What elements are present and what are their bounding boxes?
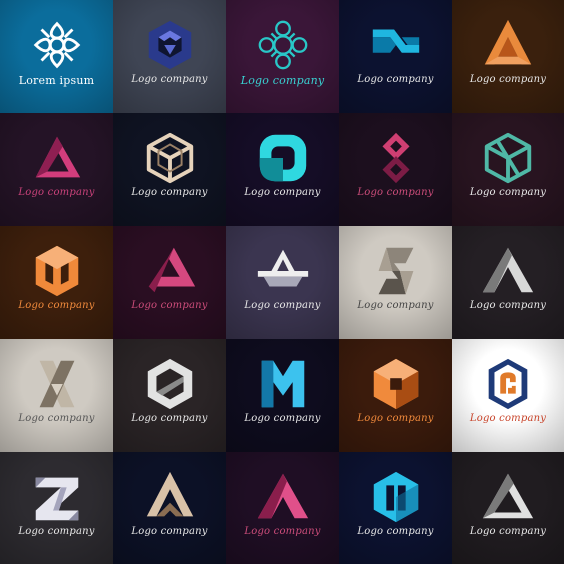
logo-tile: Logo company [113,452,226,564]
impossible-triangle-icon [35,136,80,178]
logo-caption: Logo company [244,187,321,198]
penrose-triangle-icon [482,473,534,519]
rounded-knot-icon [259,134,306,182]
logo-caption: Logo company [240,74,325,87]
logo-tile: Logo company [0,226,113,339]
a-loop-icon [146,471,193,517]
logo-caption: Logo company [469,413,547,424]
logo-tile: Logo company [452,339,564,452]
cube-hexagon-icon [373,358,418,410]
triangle-peak-icon [257,473,308,519]
triangle-loop-icon [484,19,532,65]
z-knot-icon [35,477,78,521]
logo-caption: Logo company [244,413,321,424]
x-ribbon-icon [39,360,74,408]
ornament-flower-icon [33,21,80,69]
cube-cross-icon [484,132,532,184]
hexagon-ring-icon [147,358,192,410]
logo-caption: Logo company [18,187,95,198]
logo-tile: Logo company [226,113,339,226]
logo-tile: Logo company [452,0,564,113]
triangle-fold-icon [482,247,534,293]
s-knot-icon [378,247,413,295]
logo-tile: Lorem ipsum [0,0,113,113]
logo-tile: Logo company [452,452,564,564]
logo-tile: Logo company [226,0,339,113]
logo-tile: Logo company [339,113,452,226]
logo-tile: Logo company [0,452,113,564]
logo-tile: Logo company [0,113,113,226]
logo-caption: Logo company [357,74,434,85]
logo-tile: Logo company [452,226,564,339]
logo-caption: Logo company [131,413,208,424]
logo-caption: Logo company [131,187,208,198]
hexagon-m-icon [35,245,78,297]
logo-caption: Logo company [469,526,547,537]
logo-caption: Logo company [357,300,434,311]
logo-caption: Logo company [357,413,434,424]
logo-tile: Logo company [113,226,226,339]
logo-caption: Logo company [469,74,547,85]
hexagon-outline-icon [488,358,528,410]
logo-tile: Logo company [226,339,339,452]
logo-tile: Logo company [452,113,564,226]
triangle-arrow-icon [257,249,308,287]
logo-caption: Logo company [131,300,208,311]
logo-tile: Logo company [113,113,226,226]
m-ribbon-icon [261,360,304,408]
logo-tile: Logo company [0,339,113,452]
logo-tile: Logo company [339,339,452,452]
logo-caption: Logo company [469,300,547,311]
logo-grid: Lorem ipsum Logo company Logo company Lo… [0,0,564,564]
logo-tile: Logo company [226,226,339,339]
infinity-ribbon-icon [372,29,419,53]
double-diamond-icon [381,132,410,184]
logo-caption: Logo company [131,526,208,537]
cube-frame-icon [146,132,193,184]
triangle-twist-icon [148,247,195,293]
logo-tile: Logo company [339,0,452,113]
logo-caption: Logo company [357,187,434,198]
logo-caption: Logo company [18,300,95,311]
logo-tile: Logo company [339,226,452,339]
logo-tile: Logo company [113,0,226,113]
logo-caption: Logo company [357,526,434,537]
ornament-mandala-icon [258,20,307,70]
hexagon-cup-icon [373,471,418,523]
hexagon-knot-icon [148,20,191,70]
logo-caption: Logo company [18,413,95,424]
logo-caption: Logo company [131,74,208,85]
logo-caption: Lorem ipsum [18,74,95,87]
logo-caption: Logo company [469,187,547,198]
logo-caption: Logo company [18,526,95,537]
logo-caption: Logo company [244,526,321,537]
logo-tile: Logo company [226,452,339,564]
logo-tile: Logo company [113,339,226,452]
logo-tile: Logo company [339,452,452,564]
logo-caption: Logo company [244,300,321,311]
